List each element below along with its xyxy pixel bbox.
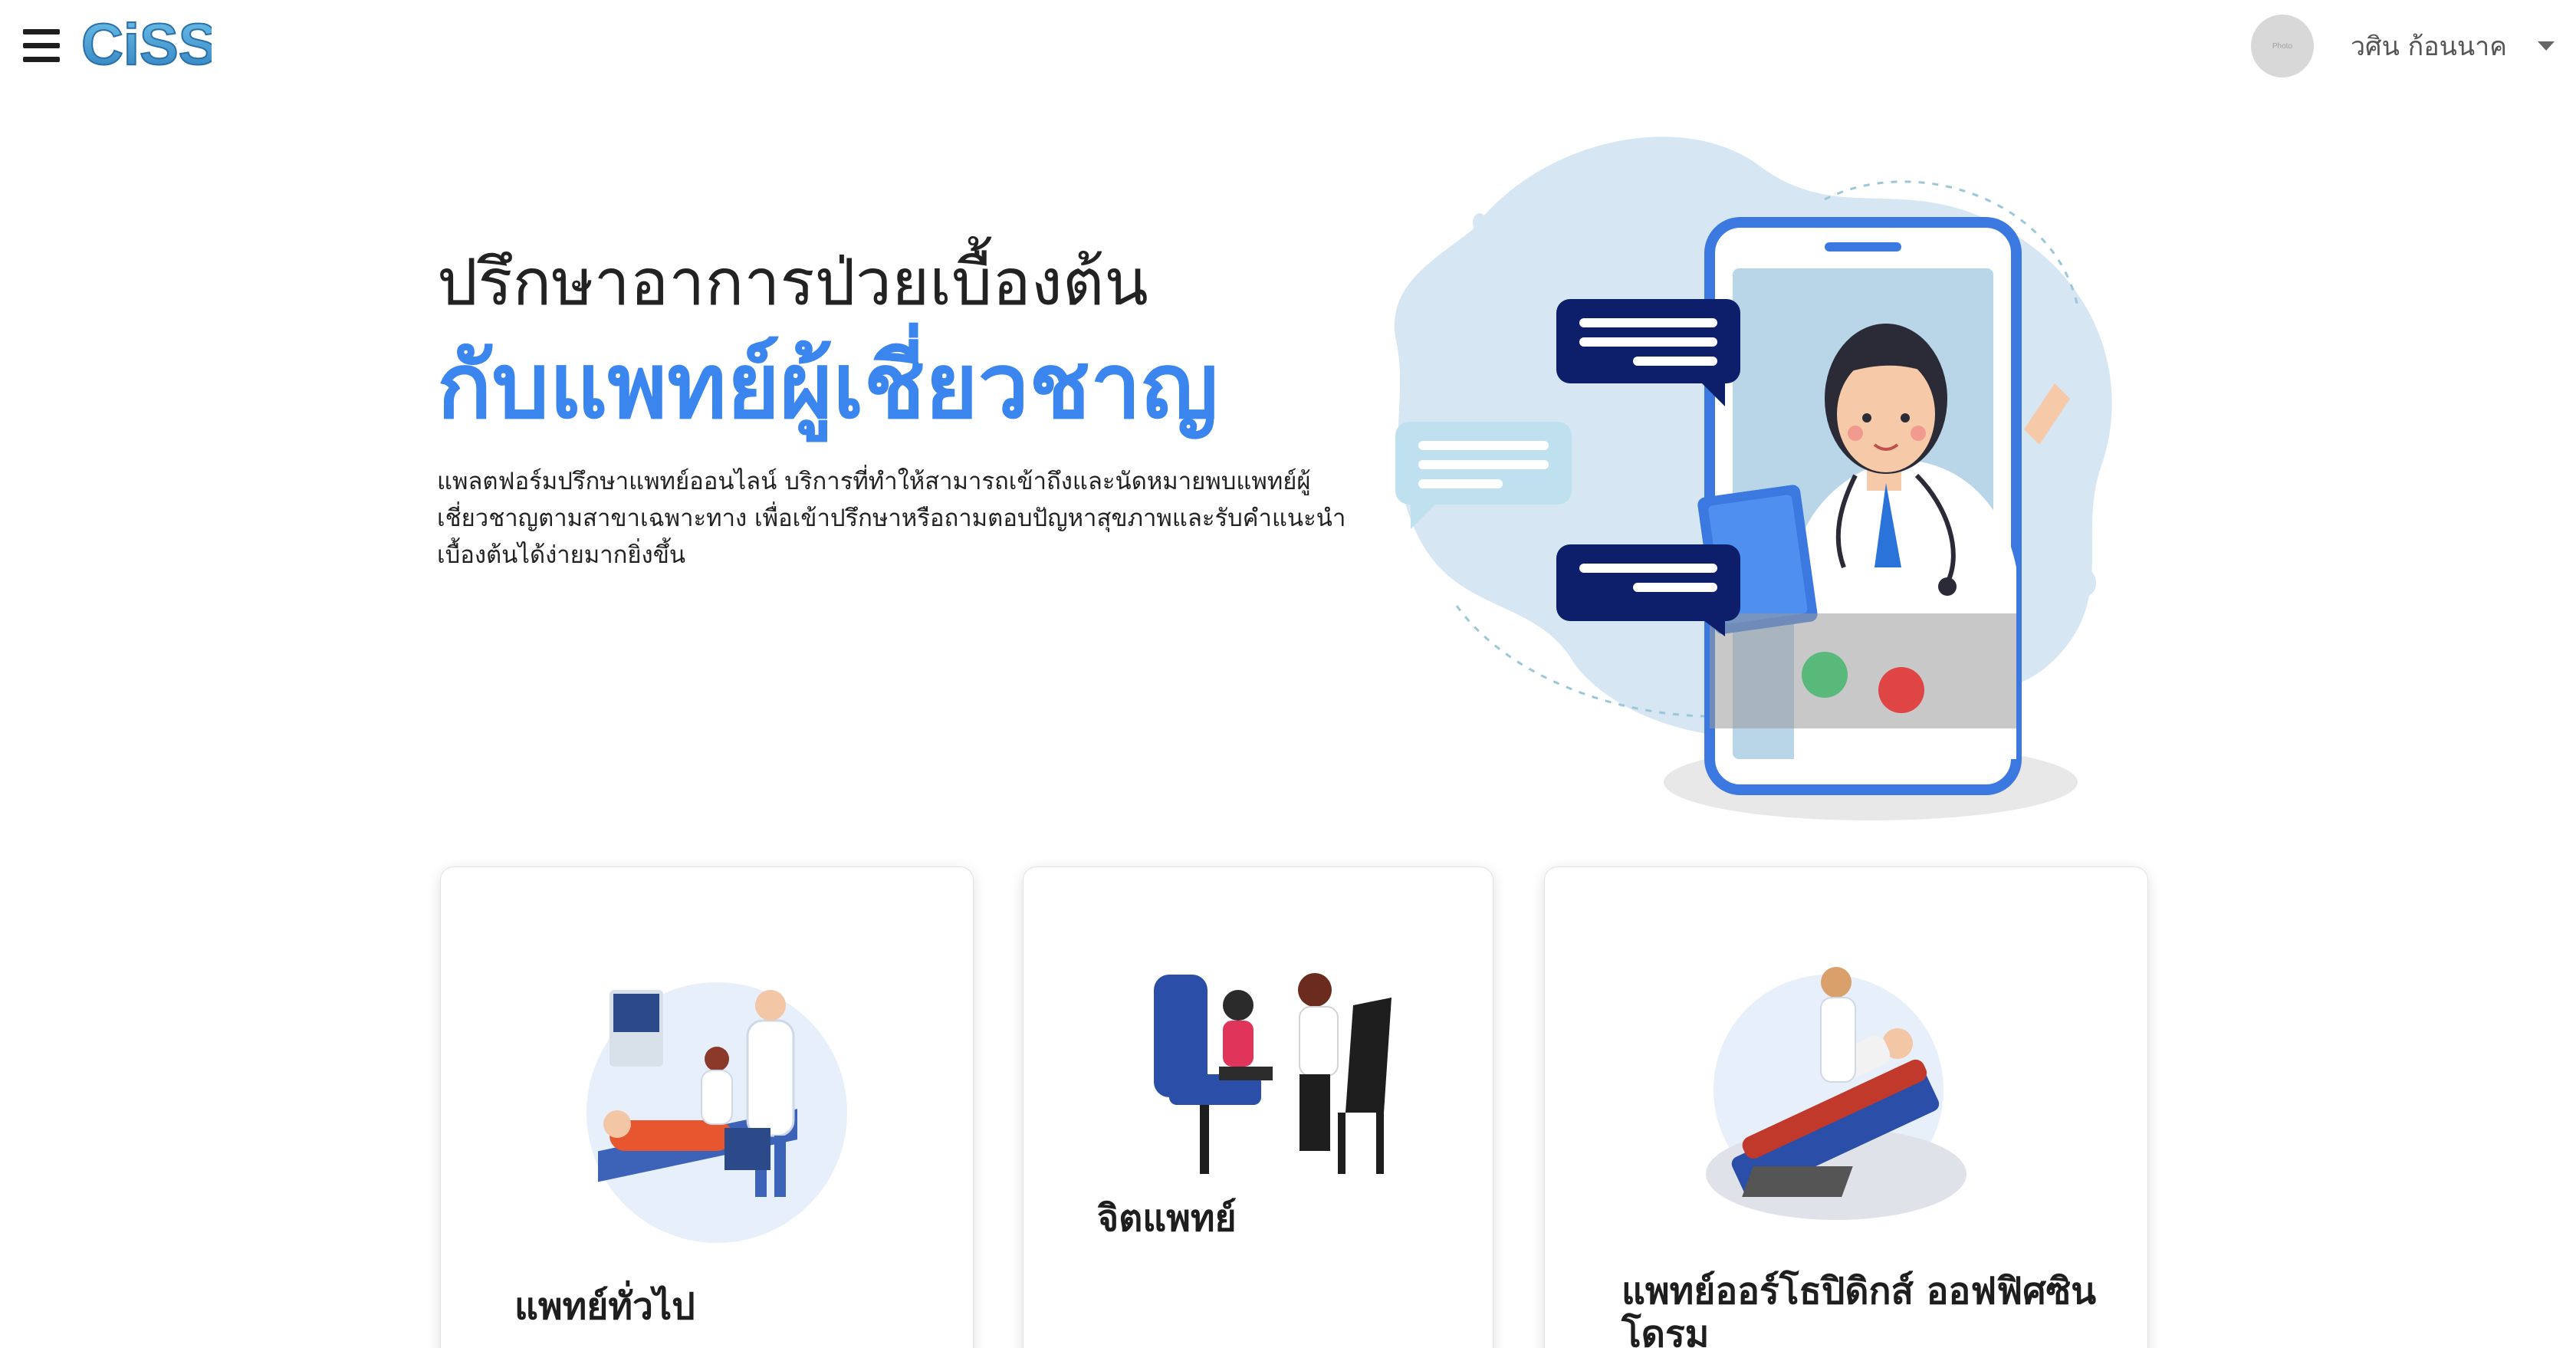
app-logo[interactable]: CiSS — [80, 12, 218, 78]
hero-description: แพลตฟอร์มปรึกษาแพทย์ออนไลน์ บริการที่ทำใ… — [437, 468, 1346, 570]
logo-text: CiSS — [81, 14, 212, 77]
menu-icon[interactable] — [23, 29, 60, 63]
specialty-label: แพทย์ออร์โธปิดิกส์ ออฟฟิศซินโดรม — [1622, 1270, 2097, 1348]
chevron-down-icon[interactable] — [2538, 41, 2555, 51]
specialty-card-orthopedics[interactable]: แพทย์ออร์โธปิดิกส์ ออฟฟิศซินโดรม — [1544, 866, 2148, 1348]
general-practitioner-illustration — [564, 959, 847, 1266]
hero-title: ปรึกษาอาการป่วยเบื้องต้น — [437, 245, 1148, 320]
avatar[interactable]: Photo — [2250, 15, 2314, 77]
hero-subtitle: กับแพทย์ผู้เชี่ยวชาญ — [437, 332, 1218, 439]
orthopedics-illustration — [1698, 959, 1990, 1243]
hero-section: ปรึกษาอาการป่วยเบื้องต้น กับแพทย์ผู้เชี่… — [437, 245, 1380, 574]
specialty-label: จิตแพทย์ — [1097, 1197, 1237, 1240]
top-navbar: CiSS Photo วศิน ก้อนนาค — [0, 0, 2576, 92]
user-name[interactable]: วศิน ก้อนนาค — [2351, 25, 2507, 67]
user-menu[interactable]: Photo วศิน ก้อนนาค — [2250, 14, 2555, 78]
specialty-label: แพทย์ทั่วไป — [514, 1285, 695, 1328]
telemedicine-illustration — [1365, 107, 2162, 843]
specialty-card-psychiatry[interactable]: จิตแพทย์ — [1023, 866, 1493, 1348]
psychiatrist-illustration — [1146, 959, 1392, 1182]
specialty-card-general[interactable]: แพทย์ทั่วไป — [440, 866, 974, 1348]
avatar-placeholder-text: Photo — [2272, 41, 2292, 51]
logo-graphic: CiSS — [80, 12, 218, 78]
